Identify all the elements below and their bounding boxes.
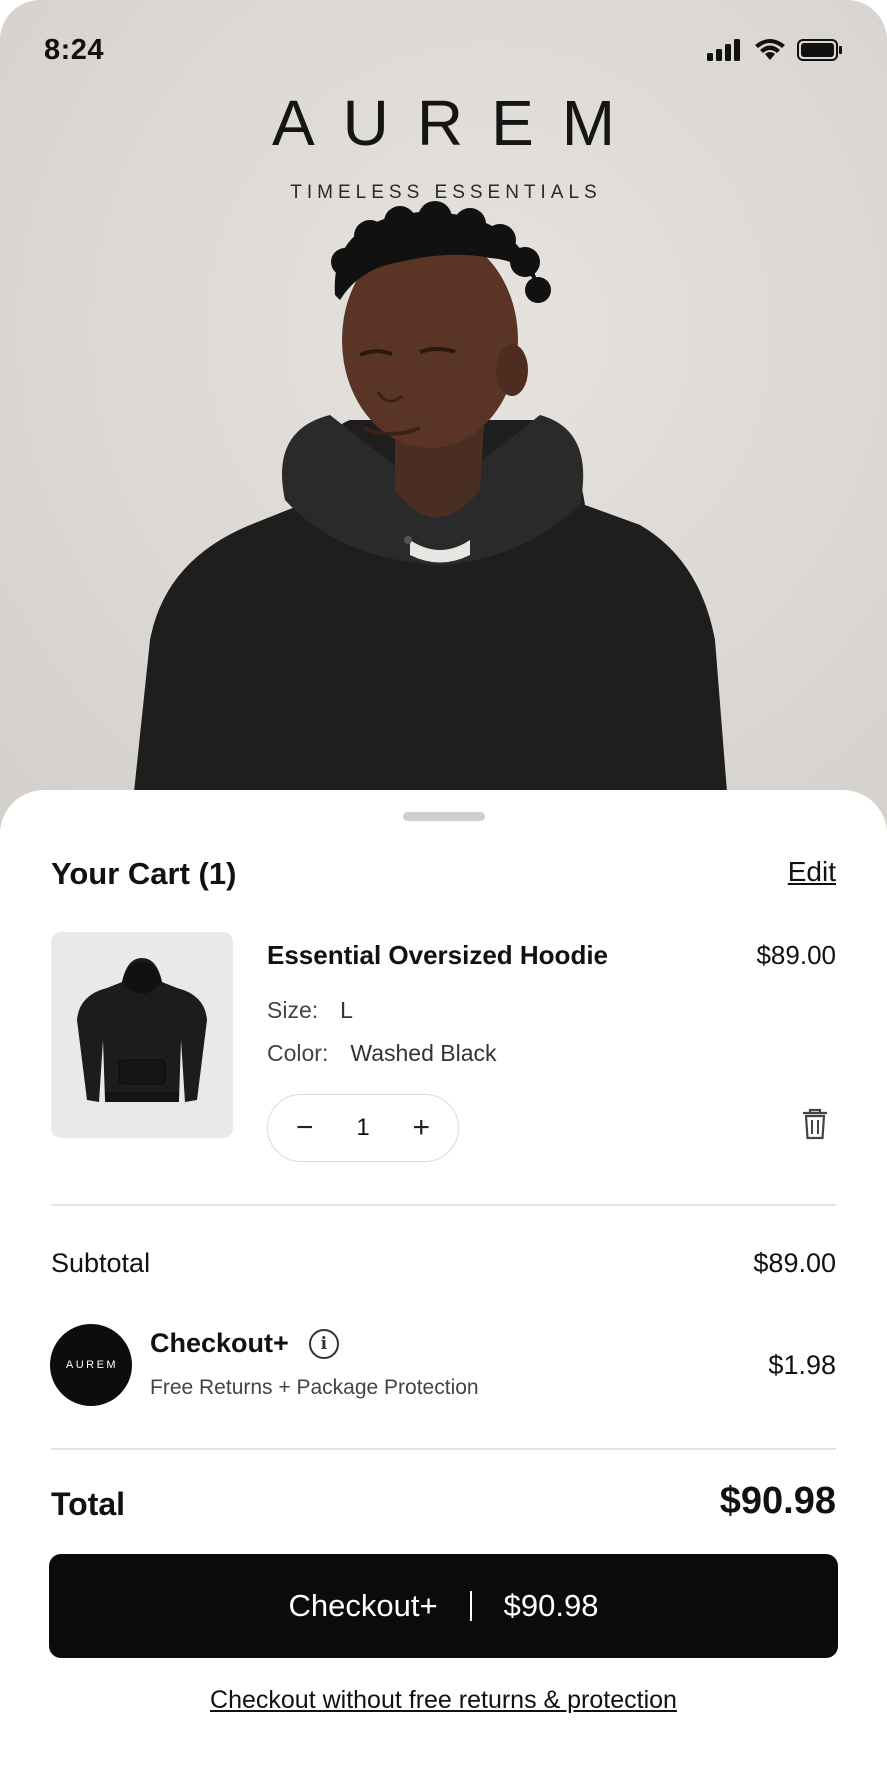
sheet-drag-handle[interactable]	[403, 812, 485, 821]
brand-logo: AUREM	[271, 87, 644, 159]
checkout-plus-price: $1.98	[768, 1350, 836, 1380]
checkout-plus-title-row: Checkout+ i	[150, 1328, 339, 1359]
decrement-button[interactable]: −	[296, 1113, 314, 1143]
cart-title: Your Cart (1)	[51, 856, 237, 891]
checkout-plus-title: Checkout+	[150, 1328, 289, 1358]
checkout-plus-button[interactable]: Checkout+ $90.98	[49, 1554, 838, 1658]
status-time: 8:24	[44, 33, 105, 66]
divider	[51, 1204, 836, 1206]
product-thumbnail[interactable]	[51, 932, 233, 1138]
checkout-button-label: Checkout+	[288, 1588, 438, 1623]
battery-icon	[797, 39, 842, 61]
size-value: L	[340, 997, 353, 1023]
status-icons	[707, 39, 843, 61]
item-color: Color: Washed Black	[267, 1040, 497, 1067]
quantity-stepper: − 1 +	[267, 1094, 459, 1162]
checkout-button-amount: $90.98	[503, 1588, 599, 1623]
info-icon[interactable]: i	[308, 1328, 339, 1359]
hero-banner: 8:24 AUREM TIMELESS ESSENTIALS	[0, 0, 887, 830]
color-label: Color:	[267, 1040, 329, 1066]
button-separator	[469, 1591, 472, 1621]
item-size: Size: L	[267, 997, 353, 1024]
total-value: $90.98	[719, 1480, 836, 1522]
divider	[51, 1448, 836, 1450]
checkout-plus-badge: AUREM	[50, 1324, 132, 1406]
edit-cart-link[interactable]: Edit	[788, 856, 836, 888]
checkout-without-protection-link[interactable]: Checkout without free returns & protecti…	[0, 1686, 887, 1715]
status-bar: 8:24	[44, 30, 843, 70]
size-label: Size:	[267, 997, 319, 1023]
subtotal-label: Subtotal	[51, 1248, 151, 1278]
cart-sheet: Your Cart (1) Edit Essential Oversized H…	[0, 790, 887, 1774]
quantity-value: 1	[356, 1114, 370, 1141]
total-label: Total	[51, 1486, 126, 1522]
color-value: Washed Black	[350, 1040, 497, 1066]
signal-icon	[707, 39, 740, 61]
brand-tagline: TIMELESS ESSENTIALS	[290, 182, 602, 203]
checkout-plus-description: Free Returns + Package Protection	[150, 1376, 479, 1399]
wifi-icon	[755, 39, 785, 60]
increment-button[interactable]: +	[412, 1113, 430, 1143]
trash-icon[interactable]	[801, 1108, 829, 1140]
item-price: $89.00	[756, 940, 836, 970]
hoodie-image	[77, 958, 207, 1102]
item-name[interactable]: Essential Oversized Hoodie	[267, 940, 608, 971]
subtotal-value: $89.00	[753, 1248, 836, 1278]
